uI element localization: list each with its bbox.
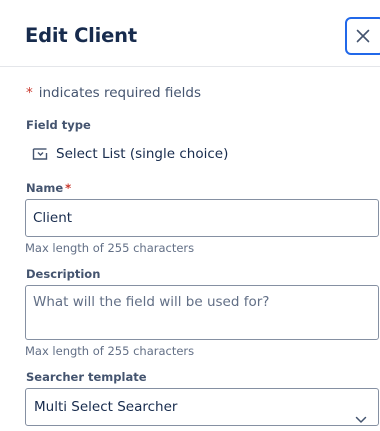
- name-label: Name *: [26, 181, 71, 195]
- close-button[interactable]: [345, 17, 380, 55]
- close-icon: [356, 29, 370, 43]
- field-type-label: Field type: [26, 118, 91, 132]
- name-input[interactable]: Client: [25, 199, 379, 237]
- edit-client-panel: Edit Client * indicates required fields F…: [0, 0, 380, 431]
- chevron-down-icon: [355, 402, 367, 431]
- searcher-template-label: Searcher template: [26, 370, 147, 384]
- field-type-value: Select List (single choice): [32, 145, 228, 163]
- searcher-template-select[interactable]: Multi Select Searcher: [25, 388, 379, 426]
- panel-header: Edit Client: [0, 0, 380, 67]
- panel-title: Edit Client: [25, 24, 137, 47]
- description-helper-text: Max length of 255 characters: [25, 344, 195, 358]
- description-textarea[interactable]: What will the field will be used for?: [25, 285, 379, 340]
- searcher-template-value: Multi Select Searcher: [34, 399, 178, 415]
- description-label: Description: [26, 267, 101, 281]
- required-note-text: indicates required fields: [38, 85, 202, 101]
- required-asterisk: *: [26, 85, 33, 101]
- name-required-marker: *: [65, 181, 72, 195]
- field-type-text: Select List (single choice): [56, 146, 229, 162]
- name-helper-text: Max length of 255 characters: [25, 241, 195, 255]
- name-label-text: Name: [26, 181, 64, 195]
- required-fields-note: * indicates required fields: [26, 84, 201, 102]
- select-list-icon: [32, 147, 48, 161]
